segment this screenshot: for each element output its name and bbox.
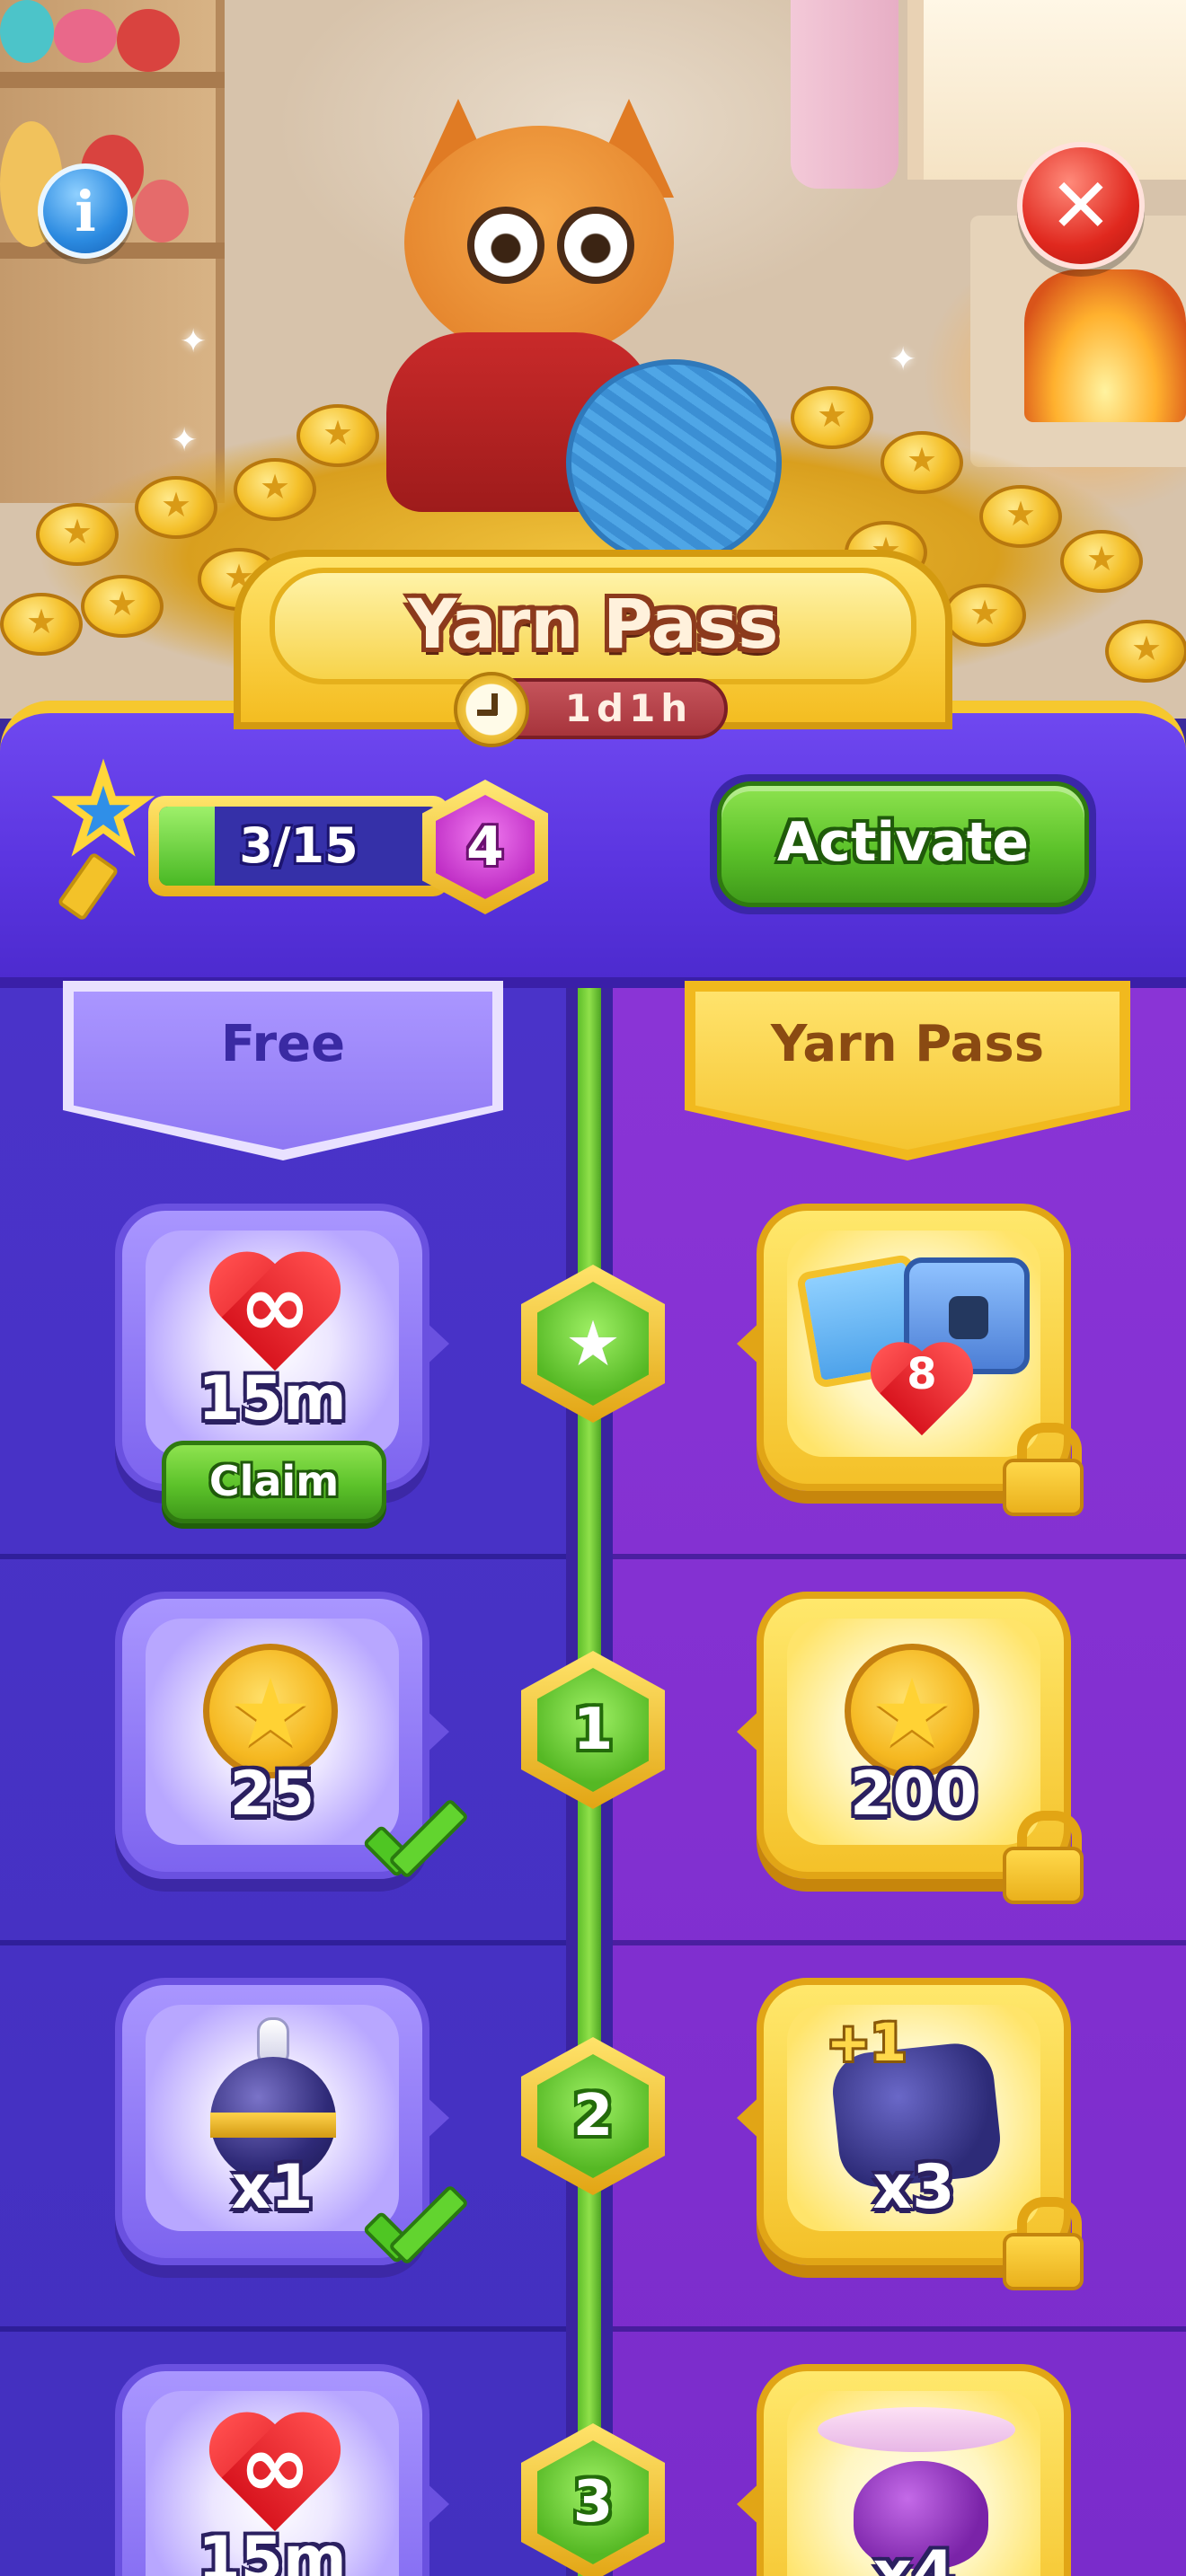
activate-button[interactable]: Activate xyxy=(710,774,1096,914)
cat-character xyxy=(359,99,782,566)
tier-number: 2 xyxy=(572,2083,614,2149)
level-number: 4 xyxy=(466,816,504,878)
close-icon: ✕ xyxy=(1049,162,1113,250)
info-icon: i xyxy=(75,178,96,244)
clock-icon xyxy=(454,672,529,747)
reward-amount: 8 xyxy=(907,1349,937,1399)
curtain xyxy=(791,0,898,189)
sparkle-icon: ✦ xyxy=(180,323,208,360)
checkmark-icon xyxy=(358,2192,465,2272)
pass-reward-card[interactable]: x4 xyxy=(737,2364,1071,2576)
sparkle-icon: ✦ xyxy=(890,341,917,378)
lock-icon xyxy=(1003,1811,1084,1904)
timer-text: 1d1h xyxy=(564,686,694,730)
tab-yarn-pass-label: Yarn Pass xyxy=(770,1015,1045,1073)
lock-icon xyxy=(1003,1423,1084,1516)
yarn-ball xyxy=(566,359,782,566)
page-title: Yarn Pass xyxy=(407,584,779,664)
tier-number: 3 xyxy=(572,2469,614,2536)
free-reward-card[interactable]: ∞ 15m xyxy=(115,2364,449,2576)
progress-text: 3/15 xyxy=(239,817,358,874)
close-button[interactable]: ✕ xyxy=(1017,142,1145,269)
tab-free-label: Free xyxy=(220,1015,346,1073)
heart-chest-bundle-icon xyxy=(795,1247,1039,1444)
reward-amount: x4 xyxy=(872,2538,955,2576)
lock-icon xyxy=(1003,2197,1084,2290)
star-icon: ★ xyxy=(564,1307,622,1381)
plus-one-badge: +1 xyxy=(827,2012,907,2073)
star-key-icon: ★ ★ xyxy=(36,743,180,922)
claim-button[interactable]: Claim xyxy=(162,1441,386,1523)
sparkle-icon: ✦ xyxy=(171,422,199,459)
tier-number: 1 xyxy=(572,1697,614,1763)
reward-amount: 15m xyxy=(198,1363,347,1434)
info-button[interactable]: i xyxy=(38,163,133,259)
reward-amount: 15m xyxy=(198,2524,347,2576)
checkmark-icon xyxy=(358,1805,465,1886)
activate-label: Activate xyxy=(717,781,1089,907)
